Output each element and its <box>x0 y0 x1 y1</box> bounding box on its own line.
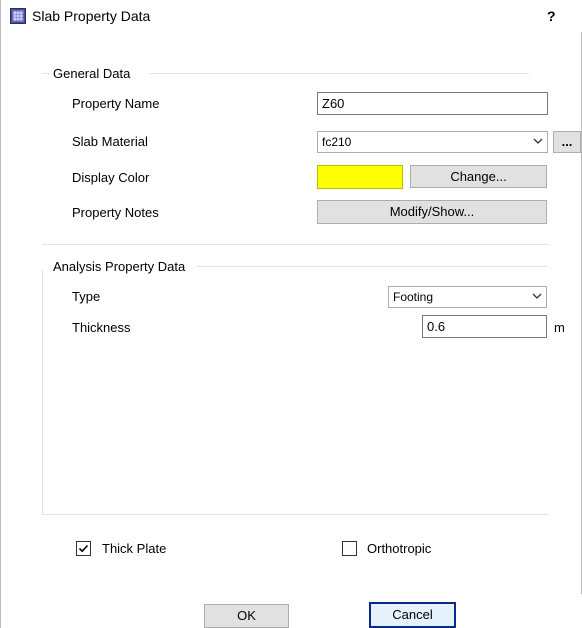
group-divider <box>42 244 548 245</box>
thickness-input[interactable]: 0.6 <box>422 315 547 338</box>
slab-material-label: Slab Material <box>72 134 148 149</box>
thick-plate-label: Thick Plate <box>102 541 167 556</box>
type-select[interactable]: Footing <box>388 286 547 308</box>
group-divider <box>42 514 548 515</box>
help-button[interactable]: ? <box>547 8 556 24</box>
type-value: Footing <box>393 290 434 304</box>
title-bar: Slab Property Data ? <box>1 0 582 32</box>
app-icon <box>10 8 26 24</box>
slab-material-more-button[interactable]: ... <box>553 131 581 153</box>
property-name-input[interactable]: Z60 <box>317 92 548 115</box>
type-label: Type <box>72 289 101 304</box>
display-color-label: Display Color <box>72 170 150 185</box>
group-divider <box>42 73 50 74</box>
orthotropic-label: Orthotropic <box>367 541 432 556</box>
modify-show-button[interactable]: Modify/Show... <box>317 200 547 224</box>
property-name-label: Property Name <box>72 96 160 111</box>
orthotropic-checkbox[interactable] <box>342 541 357 556</box>
checkmark-icon <box>78 544 89 553</box>
display-color-swatch[interactable] <box>317 165 403 189</box>
chevron-down-icon <box>533 138 543 144</box>
thickness-unit: m <box>554 320 565 335</box>
group-divider <box>149 73 529 74</box>
thick-plate-checkbox[interactable] <box>76 541 91 556</box>
analysis-heading: Analysis Property Data <box>53 259 186 274</box>
property-notes-label: Property Notes <box>72 205 159 220</box>
ok-button[interactable]: OK <box>204 604 289 628</box>
slab-material-select[interactable]: fc210 <box>317 131 548 153</box>
group-divider <box>42 270 43 514</box>
change-color-button[interactable]: Change... <box>410 165 547 188</box>
slab-material-value: fc210 <box>322 135 352 149</box>
button-bar <box>1 594 582 628</box>
chevron-down-icon <box>532 293 542 299</box>
slab-property-dialog: Slab Property Data ? General Data Proper… <box>0 0 582 628</box>
general-data-heading: General Data <box>53 66 131 81</box>
group-divider <box>197 266 547 267</box>
window-title: Slab Property Data <box>32 8 151 24</box>
thickness-label: Thickness <box>72 320 131 335</box>
cancel-button[interactable]: Cancel <box>369 602 456 628</box>
